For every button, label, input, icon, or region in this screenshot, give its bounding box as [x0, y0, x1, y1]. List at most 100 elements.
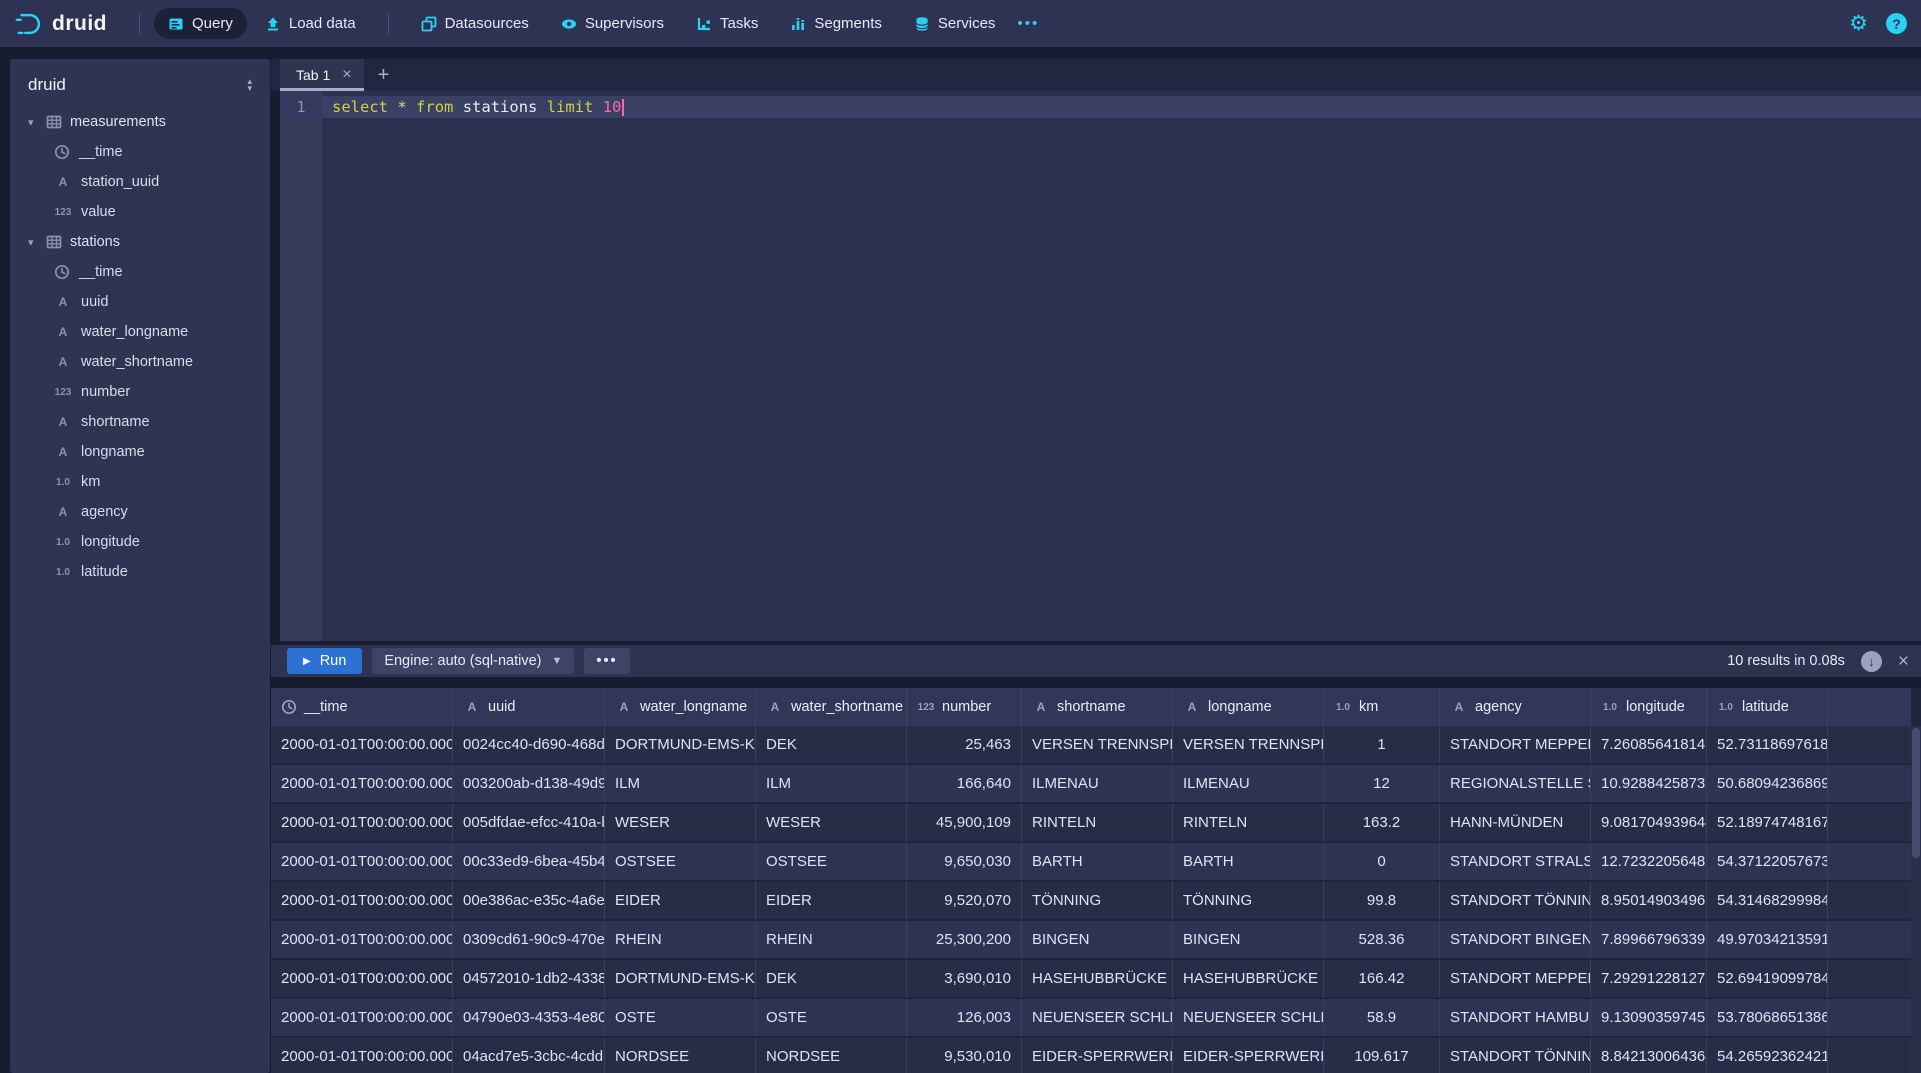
cell-latitude[interactable]: 54.31468299984: [1707, 882, 1828, 919]
cell-longname[interactable]: BINGEN: [1173, 921, 1324, 958]
cell-km[interactable]: 99.8: [1324, 882, 1440, 919]
nav-item-tasks[interactable]: Tasks: [682, 8, 772, 39]
tree-column-latitude[interactable]: 1.0latitude: [10, 557, 270, 587]
cell-__time[interactable]: 2000-01-01T00:00:00.000Z: [271, 843, 453, 880]
cell-latitude[interactable]: 52.18974748167: [1707, 804, 1828, 841]
cell-longname[interactable]: BARTH: [1173, 843, 1324, 880]
cell-water_longname[interactable]: NORDSEE: [605, 1038, 756, 1073]
cell-shortname[interactable]: VERSEN TRENNSPITZE: [1022, 726, 1173, 763]
cell-longitude[interactable]: 7.899667963397: [1591, 921, 1707, 958]
tree-column-uuid[interactable]: Auuid: [10, 287, 270, 317]
cell-latitude[interactable]: 50.680942368697: [1707, 765, 1828, 802]
cell-uuid[interactable]: 0024cc40-d690-468d-: [453, 726, 605, 763]
cell-water_longname[interactable]: OSTSEE: [605, 843, 756, 880]
cell-agency[interactable]: STANDORT MEPPEN: [1440, 960, 1591, 997]
cell-km[interactable]: 12: [1324, 765, 1440, 802]
cell-latitude[interactable]: 52.731186976180: [1707, 726, 1828, 763]
settings-gear-icon[interactable]: ⚙: [1849, 13, 1868, 34]
cell-uuid[interactable]: 00c33ed9-6bea-45b4-: [453, 843, 605, 880]
tab-close-icon[interactable]: ×: [342, 66, 351, 84]
cell-water_longname[interactable]: WESER: [605, 804, 756, 841]
cell-number[interactable]: 25,300,200: [907, 921, 1022, 958]
cell-water_longname[interactable]: ILM: [605, 765, 756, 802]
cell-__time[interactable]: 2000-01-01T00:00:00.000Z: [271, 726, 453, 763]
nav-item-supervisors[interactable]: Supervisors: [547, 8, 678, 39]
cell-shortname[interactable]: TÖNNING: [1022, 882, 1173, 919]
cell-__time[interactable]: 2000-01-01T00:00:00.000Z: [271, 882, 453, 919]
cell-water_shortname[interactable]: OSTE: [756, 999, 907, 1036]
cell-number[interactable]: 126,003: [907, 999, 1022, 1036]
cell-__time[interactable]: 2000-01-01T00:00:00.000Z: [271, 1038, 453, 1073]
tree-table-stations[interactable]: ▾ stations: [10, 227, 270, 257]
cell-latitude[interactable]: 54.26592362421: [1707, 1038, 1828, 1073]
cell-water_longname[interactable]: DORTMUND-EMS-KANAL: [605, 726, 756, 763]
cell-shortname[interactable]: ILMENAU: [1022, 765, 1173, 802]
tree-column-__time[interactable]: __time: [10, 257, 270, 287]
cell-water_shortname[interactable]: WESER: [756, 804, 907, 841]
cell-agency[interactable]: STANDORT TÖNNING: [1440, 1038, 1591, 1073]
cell-__time[interactable]: 2000-01-01T00:00:00.000Z: [271, 921, 453, 958]
cell-number[interactable]: 25,463: [907, 726, 1022, 763]
cell-latitude[interactable]: 49.97034213591: [1707, 921, 1828, 958]
tree-column-__time[interactable]: __time: [10, 137, 270, 167]
cell-agency[interactable]: STANDORT TÖNNING: [1440, 882, 1591, 919]
nav-item-query[interactable]: Query: [154, 8, 247, 39]
cell-uuid[interactable]: 04572010-1db2-4338-: [453, 960, 605, 997]
more-menu-icon[interactable]: •••: [1009, 8, 1047, 39]
cell-water_longname[interactable]: DORTMUND-EMS-KANAL: [605, 960, 756, 997]
cell-water_shortname[interactable]: EIDER: [756, 882, 907, 919]
cell-water_longname[interactable]: EIDER: [605, 882, 756, 919]
cell-shortname[interactable]: HASEHUBBRÜCKE: [1022, 960, 1173, 997]
cell-water_shortname[interactable]: DEK: [756, 960, 907, 997]
cell-number[interactable]: 45,900,109: [907, 804, 1022, 841]
druid-logo[interactable]: druid: [14, 11, 107, 37]
cell-agency[interactable]: REGIONALSTELLE SUHL: [1440, 765, 1591, 802]
tree-column-water_longname[interactable]: Awater_longname: [10, 317, 270, 347]
cell-km[interactable]: 0: [1324, 843, 1440, 880]
cell-uuid[interactable]: 003200ab-d138-49d9-: [453, 765, 605, 802]
cell-agency[interactable]: STANDORT BINGEN: [1440, 921, 1591, 958]
cell-uuid[interactable]: 00e386ac-e35c-4a6e-: [453, 882, 605, 919]
cell-longitude[interactable]: 8.950149034965: [1591, 882, 1707, 919]
cell-latitude[interactable]: 54.37122057673: [1707, 843, 1828, 880]
column-header-water_shortname[interactable]: Awater_shortname: [756, 688, 907, 726]
column-header-agency[interactable]: Aagency: [1440, 688, 1591, 726]
cell-water_shortname[interactable]: NORDSEE: [756, 1038, 907, 1073]
cell-water_longname[interactable]: OSTE: [605, 999, 756, 1036]
column-header-shortname[interactable]: Ashortname: [1022, 688, 1173, 726]
cell-longname[interactable]: VERSEN TRENNSPITZE: [1173, 726, 1324, 763]
cell-uuid[interactable]: 04acd7e5-3cbc-4cdd-b: [453, 1038, 605, 1073]
cell-shortname[interactable]: BINGEN: [1022, 921, 1173, 958]
column-header-latitude[interactable]: 1.0latitude: [1707, 688, 1828, 726]
cell-longname[interactable]: RINTELN: [1173, 804, 1324, 841]
cell-latitude[interactable]: 53.78068651386: [1707, 999, 1828, 1036]
cell-__time[interactable]: 2000-01-01T00:00:00.000Z: [271, 999, 453, 1036]
cell-longitude[interactable]: 8.842130064364: [1591, 1038, 1707, 1073]
cell-__time[interactable]: 2000-01-01T00:00:00.000Z: [271, 960, 453, 997]
cell-longname[interactable]: EIDER-SPERRWERK AP: [1173, 1038, 1324, 1073]
tree-column-longname[interactable]: Alongname: [10, 437, 270, 467]
tab-tab1[interactable]: Tab 1 ×: [280, 59, 364, 91]
nav-item-services[interactable]: Services: [900, 8, 1010, 39]
cell-longname[interactable]: ILMENAU: [1173, 765, 1324, 802]
cell-agency[interactable]: STANDORT STRALSUND: [1440, 843, 1591, 880]
cell-longitude[interactable]: 9.081704939644: [1591, 804, 1707, 841]
results-scrollbar-thumb[interactable]: [1912, 728, 1920, 858]
cell-agency[interactable]: HANN-MÜNDEN: [1440, 804, 1591, 841]
cell-km[interactable]: 58.9: [1324, 999, 1440, 1036]
column-header-__time[interactable]: __time: [271, 688, 453, 726]
cell-km[interactable]: 109.617: [1324, 1038, 1440, 1073]
cell-number[interactable]: 9,520,070: [907, 882, 1022, 919]
cell-water_shortname[interactable]: RHEIN: [756, 921, 907, 958]
query-more-button[interactable]: •••: [584, 648, 629, 674]
tree-column-value[interactable]: 123value: [10, 197, 270, 227]
cell-shortname[interactable]: RINTELN: [1022, 804, 1173, 841]
cell-agency[interactable]: STANDORT HAMBURG: [1440, 999, 1591, 1036]
results-scrollbar[interactable]: [1911, 726, 1921, 1073]
cell-shortname[interactable]: BARTH: [1022, 843, 1173, 880]
nav-item-load-data[interactable]: Load data: [251, 8, 370, 39]
nav-item-segments[interactable]: Segments: [776, 8, 896, 39]
column-header-km[interactable]: 1.0km: [1324, 688, 1440, 726]
column-header-number[interactable]: 123number: [907, 688, 1022, 726]
cell-number[interactable]: 9,650,030: [907, 843, 1022, 880]
